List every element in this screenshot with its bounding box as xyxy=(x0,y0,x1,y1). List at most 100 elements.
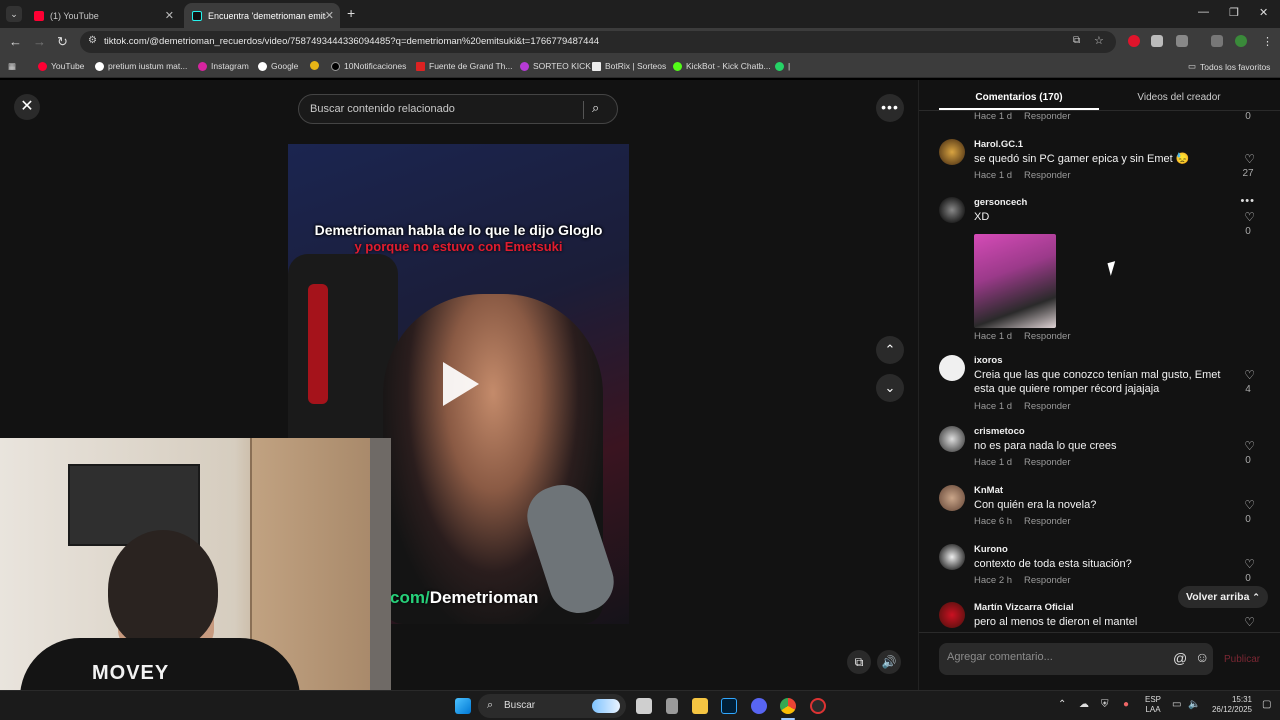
tab-tiktok[interactable]: Encuentra 'demetrioman emits ✕ xyxy=(184,3,340,28)
comment-username[interactable]: gersoncech xyxy=(974,197,1027,208)
profile-avatar[interactable] xyxy=(1235,35,1247,47)
notifications-icon[interactable]: ▢ xyxy=(1262,699,1271,710)
taskbar-search[interactable]: ⌕ Buscar xyxy=(478,694,626,718)
avatar[interactable] xyxy=(939,355,965,381)
more-options-button[interactable]: ••• xyxy=(876,94,904,122)
close-window-icon[interactable]: ✕ xyxy=(1259,6,1268,19)
bookmark-instagram[interactable]: Instagram xyxy=(198,61,249,71)
close-tab-icon[interactable]: ✕ xyxy=(325,9,334,22)
bookmark-pretium[interactable]: pretium iustum mat... xyxy=(95,61,187,71)
tab-search-icon[interactable]: ⌄ xyxy=(6,6,22,22)
bookmark-fuente[interactable]: Fuente de Grand Th... xyxy=(416,61,512,71)
bookmark-kickbot[interactable]: KickBot - Kick Chatb... xyxy=(673,61,771,71)
reply-button[interactable]: Responder xyxy=(1024,170,1070,181)
language-indicator[interactable]: ESP LAA xyxy=(1145,695,1161,715)
play-icon[interactable] xyxy=(443,362,479,406)
security-icon[interactable]: ⛨ xyxy=(1101,699,1109,710)
bookmark-star-icon[interactable]: ☆ xyxy=(1094,34,1104,47)
avatar[interactable] xyxy=(939,544,965,570)
apps-grid-icon[interactable]: ▦ xyxy=(8,61,16,72)
photoshop-icon[interactable] xyxy=(721,698,737,714)
comment-gif-image[interactable] xyxy=(974,234,1056,328)
reply-button[interactable]: Responder xyxy=(1024,111,1070,122)
previous-video-button[interactable]: ⌃ xyxy=(876,336,904,364)
omnibox[interactable]: ⚙ tiktok.com/@demetrioman_recuerdos/vide… xyxy=(80,31,1116,53)
app-icon[interactable] xyxy=(666,698,678,714)
reply-button[interactable]: Responder xyxy=(1024,516,1070,527)
like-heart-icon[interactable]: ♡ xyxy=(1244,368,1255,382)
bookmark-google[interactable]: Google xyxy=(258,61,298,71)
reply-button[interactable]: Responder xyxy=(1024,331,1070,342)
like-heart-icon[interactable]: ♡ xyxy=(1244,498,1255,512)
extension-red-icon[interactable] xyxy=(1128,35,1140,47)
new-tab-button[interactable]: + xyxy=(347,5,355,21)
chrome-icon[interactable] xyxy=(780,698,796,714)
like-heart-icon[interactable]: ♡ xyxy=(1244,439,1255,453)
bookmark-unnamed[interactable] xyxy=(310,61,323,70)
close-tab-icon[interactable]: ✕ xyxy=(165,9,174,22)
like-heart-icon[interactable]: ♡ xyxy=(1244,615,1255,629)
volume-icon[interactable]: 🔈 xyxy=(1188,699,1200,710)
windows-start-icon[interactable] xyxy=(455,698,471,714)
like-heart-icon[interactable]: ♡ xyxy=(1244,557,1255,571)
discord-icon[interactable] xyxy=(751,698,767,714)
comment-username[interactable]: Harol.GC.1 xyxy=(974,139,1023,150)
site-info-icon[interactable]: ⚙ xyxy=(88,35,97,46)
extension-card-icon[interactable] xyxy=(1151,35,1163,47)
tab-creator-videos[interactable]: Videos del creador xyxy=(1119,92,1239,103)
bookmark-10notificaciones[interactable]: 10Notificaciones xyxy=(331,61,406,71)
like-heart-icon[interactable]: ♡ xyxy=(1244,210,1255,224)
install-app-icon[interactable]: ⧉ xyxy=(1073,35,1080,46)
tab-comments[interactable]: Comentarios (170) xyxy=(939,92,1099,103)
comment-username[interactable]: ixoros xyxy=(974,355,1003,366)
clock[interactable]: 15:31 26/12/2025 xyxy=(1208,695,1252,715)
avatar[interactable] xyxy=(939,139,965,165)
back-icon[interactable]: ← xyxy=(9,34,22,49)
comment-input[interactable] xyxy=(947,651,1147,663)
file-explorer-icon[interactable] xyxy=(692,698,708,714)
bookmark-whatsapp[interactable]: | xyxy=(775,61,790,71)
forward-icon[interactable]: → xyxy=(33,34,46,49)
task-view-icon[interactable] xyxy=(636,698,652,714)
extensions-puzzle-icon[interactable] xyxy=(1176,35,1188,47)
all-bookmarks-folder[interactable]: ▭ Todos los favoritos xyxy=(1188,61,1270,72)
avatar[interactable] xyxy=(939,197,965,223)
avatar[interactable] xyxy=(939,485,965,511)
microphone-icon[interactable]: ● xyxy=(1123,699,1129,710)
next-video-button[interactable]: ⌄ xyxy=(876,374,904,402)
avatar[interactable] xyxy=(939,602,965,628)
comment-username[interactable]: KnMat xyxy=(974,485,1003,496)
media-controls-icon[interactable] xyxy=(1211,35,1223,47)
url-text[interactable]: tiktok.com/@demetrioman_recuerdos/video/… xyxy=(104,36,599,47)
tray-chevron-icon[interactable]: ⌃ xyxy=(1058,699,1066,710)
picture-in-picture-button[interactable]: ⧉ xyxy=(847,650,871,674)
close-viewer-button[interactable]: ✕ xyxy=(14,94,40,120)
minimize-icon[interactable]: — xyxy=(1198,6,1209,18)
comment-username[interactable]: Kurono xyxy=(974,544,1008,555)
onedrive-icon[interactable]: ☁ xyxy=(1079,699,1089,710)
comment-more-icon[interactable]: ••• xyxy=(1240,195,1255,207)
related-search-input[interactable]: Buscar contenido relacionado ⌕ xyxy=(298,94,618,124)
back-to-top-button[interactable]: Volver arriba ⌃ xyxy=(1178,586,1268,608)
mention-icon[interactable]: @ xyxy=(1173,650,1187,666)
restore-icon[interactable]: ❐ xyxy=(1229,6,1239,19)
publish-button[interactable]: Publicar xyxy=(1224,654,1260,665)
emoji-icon[interactable]: ☺ xyxy=(1195,649,1209,665)
reply-button[interactable]: Responder xyxy=(1024,457,1070,468)
tab-youtube[interactable]: (1) YouTube ✕ xyxy=(26,3,180,28)
avatar[interactable] xyxy=(939,426,965,452)
browser-menu-icon[interactable]: ⋮ xyxy=(1262,35,1273,48)
comment-composer[interactable]: @ ☺ xyxy=(939,643,1213,675)
bookmark-youtube[interactable]: YouTube xyxy=(38,61,84,71)
comment-username[interactable]: crismetoco xyxy=(974,426,1025,437)
search-icon[interactable]: ⌕ xyxy=(592,100,599,116)
app-icon[interactable] xyxy=(810,698,826,714)
network-icon[interactable]: ▭ xyxy=(1172,699,1181,710)
reload-icon[interactable]: ↻ xyxy=(57,34,68,50)
bookmark-botrix[interactable]: BotRix | Sorteos xyxy=(592,61,666,71)
reply-button[interactable]: Responder xyxy=(1024,401,1070,412)
volume-button[interactable]: 🔊 xyxy=(877,650,901,674)
comment-username[interactable]: Martín Vizcarra Oficial xyxy=(974,602,1074,613)
reply-button[interactable]: Responder xyxy=(1024,575,1070,586)
bookmark-sorteo-kick[interactable]: SORTEO KICK xyxy=(520,61,591,71)
